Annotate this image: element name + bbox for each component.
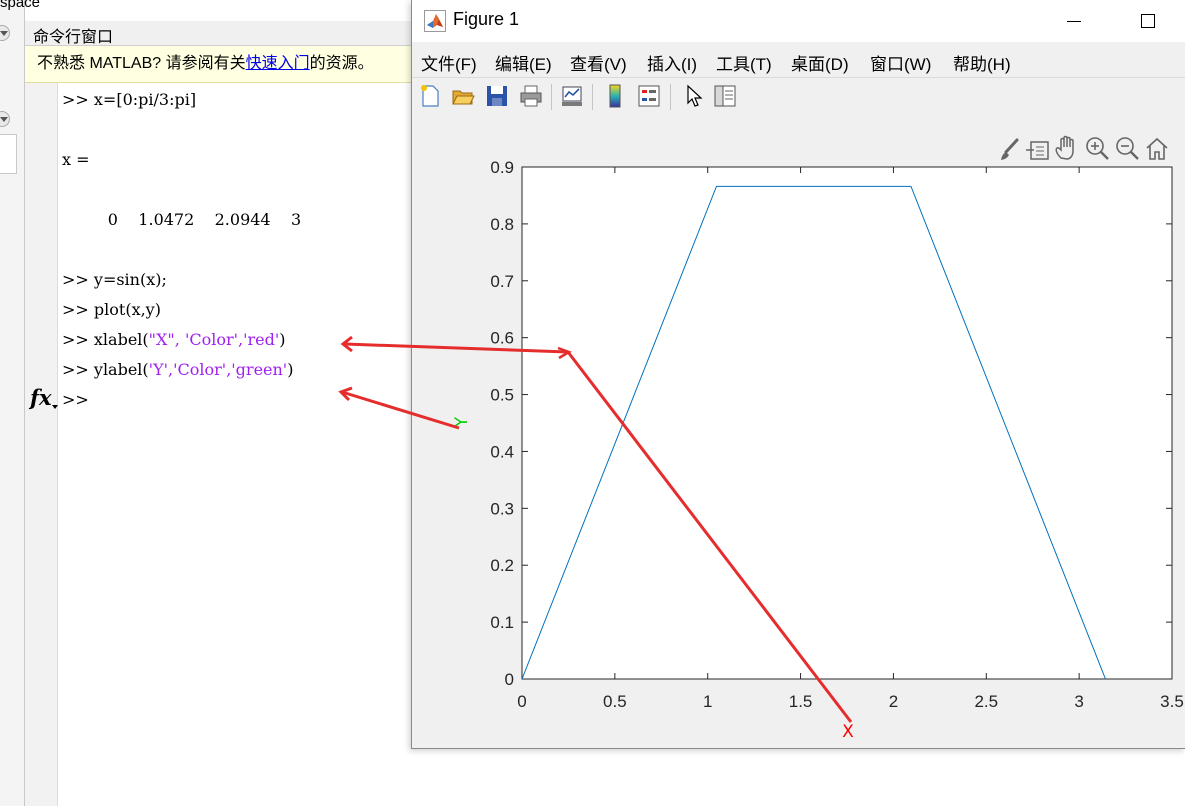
command-window-content[interactable]: >> x=[0:pi/3:pi] x = 0 1.0472 2.0944 3 >…: [62, 86, 422, 806]
figure-titlebar[interactable]: Figure 1: [412, 0, 1185, 42]
toolbar-separator: [592, 84, 593, 110]
x-tick-label: 0.5: [603, 692, 627, 711]
restore-view-home-icon[interactable]: [1146, 137, 1168, 160]
command-text: >> xlabel(: [62, 330, 149, 349]
open-file-icon[interactable]: [450, 83, 476, 109]
data-tips-icon[interactable]: [1026, 141, 1049, 160]
y-tick-label: 0.4: [490, 442, 514, 461]
toolbar-separator: [670, 84, 671, 110]
command-line: >> x=[0:pi/3:pi]: [62, 90, 197, 109]
zoom-in-icon[interactable]: [1086, 137, 1109, 160]
insert-colorbar-icon[interactable]: [602, 83, 628, 109]
workspace-panel: space: [0, 0, 40, 806]
command-text: >> ylabel(: [62, 360, 149, 379]
x-tick-label: 0: [517, 692, 526, 711]
command-prompt: >>: [62, 390, 89, 409]
x-tick-label: 1: [703, 692, 712, 711]
command-line: >> plot(x,y): [62, 300, 161, 319]
y-tick-label: 0.1: [490, 613, 514, 632]
y-tick-label: 0: [505, 670, 514, 689]
quick-start-link[interactable]: 快速入门: [246, 55, 310, 72]
y-tick-label: 0.6: [490, 329, 514, 348]
menu-insert[interactable]: 插入(I): [647, 50, 697, 75]
figure-menubar: 文件(F) 编辑(E) 查看(V) 插入(I) 工具(T) 桌面(D) 窗口(W…: [412, 42, 1185, 76]
zoom-out-icon[interactable]: [1116, 137, 1139, 160]
menu-help[interactable]: 帮助(H): [953, 50, 1011, 75]
print-icon[interactable]: [518, 83, 544, 109]
y-tick-label: 0.8: [490, 215, 514, 234]
info-prefix: 不熟悉 MATLAB? 请参阅有关: [37, 55, 246, 72]
figure-window: Figure 1 文件(F) 编辑(E) 查看(V) 插入(I) 工具(T) 桌…: [411, 0, 1185, 749]
pan-hand-icon[interactable]: [1055, 135, 1074, 160]
command-text: ): [287, 360, 294, 379]
x-tick-label: 3: [1074, 692, 1083, 711]
maximize-icon[interactable]: [1141, 14, 1155, 28]
info-suffix: 的资源。: [309, 55, 374, 72]
x-axis-label[interactable]: X: [842, 722, 854, 742]
x-tick-label: 2.5: [974, 692, 998, 711]
y-axis-label[interactable]: Y: [452, 416, 472, 428]
y-tick-label: 0.7: [490, 272, 514, 291]
command-line-ylabel: >> ylabel('Y','Color','green'): [62, 360, 293, 379]
menu-edit[interactable]: 编辑(E): [495, 50, 552, 75]
command-gutter: fx: [25, 83, 58, 806]
save-icon[interactable]: [484, 83, 510, 109]
string-literal: 'Y','Color','green': [148, 360, 288, 379]
workspace-collapse-button[interactable]: [0, 25, 10, 41]
y-tick-label: 0.9: [490, 158, 514, 177]
y-tick-label: 0.3: [490, 499, 514, 518]
figure-canvas[interactable]: 0 0.5 1 1.5 2 2.5 3 3.5 0 0.1 0.2 0.3 0.4 0.5 0.6 0.7 0…: [412, 116, 1185, 748]
x-tick-label: 2: [889, 692, 898, 711]
command-window-title: 命令行窗口: [33, 29, 114, 46]
command-window-header: 命令行窗口: [25, 21, 445, 46]
toolbar-separator: [551, 84, 552, 110]
y-tick-label: 0.5: [490, 386, 514, 405]
details-collapse-button[interactable]: [0, 111, 10, 127]
details-panel: [0, 134, 17, 174]
info-bar: 不熟悉 MATLAB? 请参阅有关快速入门的资源。: [25, 46, 445, 83]
brush-icon[interactable]: [1001, 138, 1019, 160]
command-line: >> y=sin(x);: [62, 270, 167, 289]
figure-toolbar: [412, 77, 1185, 117]
command-text: ): [279, 330, 286, 349]
string-literal: "X", 'Color','red': [148, 330, 280, 349]
insert-legend-icon[interactable]: [636, 83, 662, 109]
output-line: x =: [62, 150, 90, 169]
menu-window[interactable]: 窗口(W): [870, 50, 931, 75]
x-tick-label: 3.5: [1160, 692, 1184, 711]
link-plot-icon[interactable]: [559, 83, 585, 109]
menu-desktop[interactable]: 桌面(D): [791, 50, 849, 75]
menu-tools[interactable]: 工具(T): [716, 50, 772, 75]
menu-file[interactable]: 文件(F): [421, 50, 477, 75]
new-figure-icon[interactable]: [417, 83, 443, 109]
edit-plot-arrow-icon[interactable]: [680, 83, 706, 109]
output-values: 0 1.0472 2.0944 3: [62, 210, 302, 229]
matlab-logo-icon: [424, 10, 446, 32]
property-inspector-icon[interactable]: [712, 83, 738, 109]
axes-box: [521, 166, 1173, 680]
menu-view[interactable]: 查看(V): [570, 50, 627, 75]
minimize-icon[interactable]: [1067, 21, 1081, 22]
fx-function-browser-icon[interactable]: fx: [30, 385, 58, 410]
x-tick-label: 1.5: [789, 692, 813, 711]
command-line-xlabel: >> xlabel("X", 'Color','red'): [62, 330, 286, 349]
y-tick-label: 0.2: [490, 556, 514, 575]
figure-title: Figure 1: [453, 9, 520, 29]
plot-area[interactable]: 0 0.5 1 1.5 2 2.5 3 3.5 0 0.1 0.2 0.3 0.4 0.5 0.6 0.7 0…: [412, 116, 1185, 748]
workspace-title: space: [0, 0, 41, 11]
